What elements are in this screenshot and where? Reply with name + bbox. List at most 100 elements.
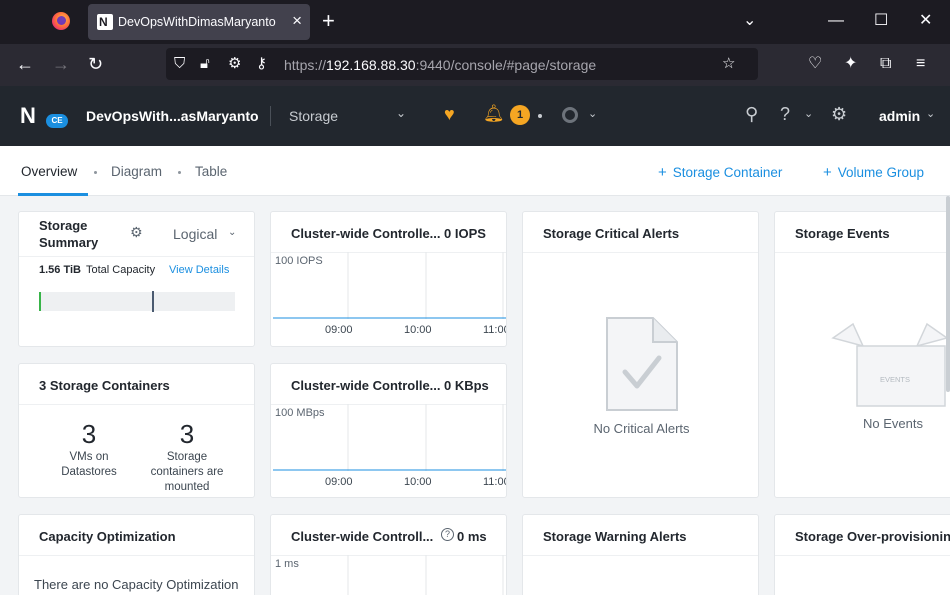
close-tab-icon[interactable]: × bbox=[292, 12, 302, 30]
tasks-ring-icon[interactable] bbox=[562, 107, 578, 123]
reload-icon[interactable]: ↻ bbox=[88, 54, 103, 74]
controller-bandwidth-card: Cluster-wide Controlle... 0 KBps 100 MBp… bbox=[270, 363, 507, 498]
tab-separator bbox=[178, 171, 181, 174]
key-icon[interactable]: ⚷ bbox=[256, 55, 267, 73]
nutanix-logo-icon[interactable]: N bbox=[20, 103, 36, 129]
lock-warning-icon[interactable]: 🔓︎ bbox=[200, 55, 210, 73]
storage-warning-alerts-card: Storage Warning Alerts bbox=[522, 514, 759, 595]
close-window-icon[interactable]: ✕ bbox=[919, 12, 932, 30]
add-volume-group-button[interactable]: + Volume Group bbox=[823, 164, 924, 181]
total-capacity-label: Total Capacity bbox=[86, 264, 156, 276]
tab-table[interactable]: Table bbox=[195, 164, 227, 179]
usage-fill bbox=[39, 292, 41, 311]
divider bbox=[523, 252, 758, 253]
vms-on-datastores-label: VMs on Datastores bbox=[61, 451, 117, 478]
tab-list-chevron-icon[interactable]: ⌄ bbox=[743, 12, 756, 30]
browser-tab[interactable]: N DevOpsWithDimasMaryanto - N × bbox=[88, 4, 310, 40]
help-icon[interactable]: ? bbox=[780, 104, 790, 124]
shield-icon[interactable]: ⛉ bbox=[174, 55, 185, 73]
user-menu[interactable]: admin bbox=[879, 108, 920, 124]
x-tick: 11:00 bbox=[483, 476, 506, 488]
view-details-link[interactable]: View Details bbox=[169, 264, 229, 276]
x-tick: 10:00 bbox=[404, 476, 432, 488]
dashboard-content: Storage Summary ⚙ Logical ⌄ 1.56 TiB Tota… bbox=[0, 196, 950, 595]
page-scrollbar[interactable] bbox=[946, 196, 950, 392]
bookmark-star-icon[interactable]: ☆ bbox=[722, 55, 735, 73]
card-title: Storage Events bbox=[795, 226, 890, 241]
chevron-down-icon[interactable]: ⌄ bbox=[926, 107, 935, 120]
card-title: Storage Over-provisioning bbox=[795, 529, 950, 544]
search-icon[interactable]: ⚲ bbox=[745, 104, 758, 124]
divider bbox=[19, 404, 254, 405]
card-title: Storage Warning Alerts bbox=[543, 529, 687, 544]
pocket-icon[interactable]: ♡ bbox=[808, 54, 822, 74]
url-bar[interactable]: ⛉ 🔓︎ ⚙︎ ⚷ https://192.168.88.30:9440/con… bbox=[166, 48, 758, 80]
plus-icon: + bbox=[658, 164, 667, 181]
x-tick: 10:00 bbox=[404, 324, 432, 336]
url-text: https://192.168.88.30:9440/console/#page… bbox=[284, 57, 597, 73]
sub-navigation: Overview Diagram Table + Storage Containe… bbox=[0, 146, 950, 196]
card-title: Cluster-wide Controlle... bbox=[291, 378, 441, 393]
tab-title: DevOpsWithDimasMaryanto - N bbox=[118, 15, 278, 29]
minimize-icon[interactable]: — bbox=[828, 12, 844, 30]
menu-icon[interactable]: ≡ bbox=[916, 54, 925, 74]
chevron-down-icon[interactable]: ⌄ bbox=[228, 227, 236, 238]
gear-icon[interactable]: ⚙ bbox=[130, 224, 143, 241]
help-icon[interactable]: ? bbox=[441, 528, 454, 541]
back-icon[interactable]: ← bbox=[16, 54, 34, 74]
extensions-icon[interactable]: ⧉ bbox=[880, 54, 891, 74]
vms-on-datastores-count: 3 bbox=[81, 419, 97, 449]
storage-critical-alerts-card: Storage Critical Alerts No Critical Aler… bbox=[522, 211, 759, 498]
forward-icon[interactable]: → bbox=[52, 54, 70, 74]
browser-nav-bar: ← → ↻ ⛉ 🔓︎ ⚙︎ ⚷ https://192.168.88.30:94… bbox=[0, 44, 950, 86]
bandwidth-value: 0 KBps bbox=[444, 378, 489, 393]
gear-icon[interactable]: ⚙ bbox=[831, 104, 847, 124]
x-tick: 11:00 bbox=[483, 324, 506, 336]
storage-containers-card: 3 Storage Containers 3 VMs on Datastores… bbox=[18, 363, 255, 498]
total-capacity-value: 1.56 TiB bbox=[39, 264, 81, 276]
nutanix-favicon-icon: N bbox=[97, 14, 113, 30]
mounted-containers-label: Storage containers are mounted bbox=[150, 451, 224, 493]
firefox-icon[interactable] bbox=[52, 12, 70, 30]
cluster-name[interactable]: DevOpsWith...asMaryanto bbox=[86, 108, 259, 124]
tab-diagram[interactable]: Diagram bbox=[111, 164, 162, 179]
card-title: Storage Summary bbox=[39, 218, 99, 250]
browser-tab-bar: N DevOpsWithDimasMaryanto - N × + ⌄ — ☐ … bbox=[0, 0, 950, 44]
empty-state-message: No Events bbox=[863, 416, 923, 431]
card-title: 3 Storage Containers bbox=[39, 378, 170, 393]
new-tab-icon[interactable]: + bbox=[322, 10, 335, 32]
no-alerts-document-icon bbox=[606, 317, 678, 411]
chevron-down-icon[interactable]: ⌄ bbox=[804, 107, 813, 120]
y-axis-label: 100 MBps bbox=[275, 407, 325, 419]
controller-latency-card: Cluster-wide Controll... ? 0 ms 1 ms bbox=[270, 514, 507, 595]
card-title: Capacity Optimization bbox=[39, 529, 176, 544]
view-mode-select[interactable]: Logical bbox=[173, 226, 217, 242]
latency-chart bbox=[347, 555, 504, 595]
maximize-icon[interactable]: ☐ bbox=[874, 12, 888, 30]
chevron-down-icon[interactable]: ⌄ bbox=[396, 106, 406, 120]
divider bbox=[775, 252, 950, 253]
bell-icon[interactable]: 🔔︎ bbox=[483, 104, 505, 124]
open-box-icon: EVENTS bbox=[831, 322, 949, 407]
permissions-icon[interactable]: ⚙︎ bbox=[228, 55, 241, 73]
page-selector[interactable]: Storage bbox=[289, 108, 338, 124]
y-axis-label: 1 ms bbox=[275, 558, 299, 570]
empty-state-message: There are no Capacity Optimization bbox=[34, 577, 239, 592]
chevron-down-icon[interactable]: ⌄ bbox=[588, 107, 597, 120]
add-storage-container-button[interactable]: + Storage Container bbox=[658, 164, 782, 181]
health-heart-icon[interactable]: ♥ bbox=[444, 104, 455, 125]
iops-value: 0 IOPS bbox=[444, 226, 486, 241]
status-dot bbox=[538, 114, 542, 118]
alert-count-badge[interactable]: 1 bbox=[510, 105, 530, 125]
storage-overprovisioning-card: Storage Over-provisioning bbox=[774, 514, 950, 595]
divider bbox=[19, 256, 254, 257]
y-axis-label: 100 IOPS bbox=[275, 255, 323, 267]
extension-profile-icon[interactable]: ✦ bbox=[844, 54, 857, 74]
card-title: Storage Critical Alerts bbox=[543, 226, 680, 241]
capacity-usage-bar bbox=[39, 291, 235, 312]
empty-state-message: No Critical Alerts bbox=[593, 421, 690, 436]
storage-events-card: Storage Events EVENTS No Events bbox=[774, 211, 950, 498]
tab-overview[interactable]: Overview bbox=[21, 164, 77, 179]
ce-badge: CE bbox=[46, 114, 68, 128]
x-tick: 09:00 bbox=[325, 476, 353, 488]
